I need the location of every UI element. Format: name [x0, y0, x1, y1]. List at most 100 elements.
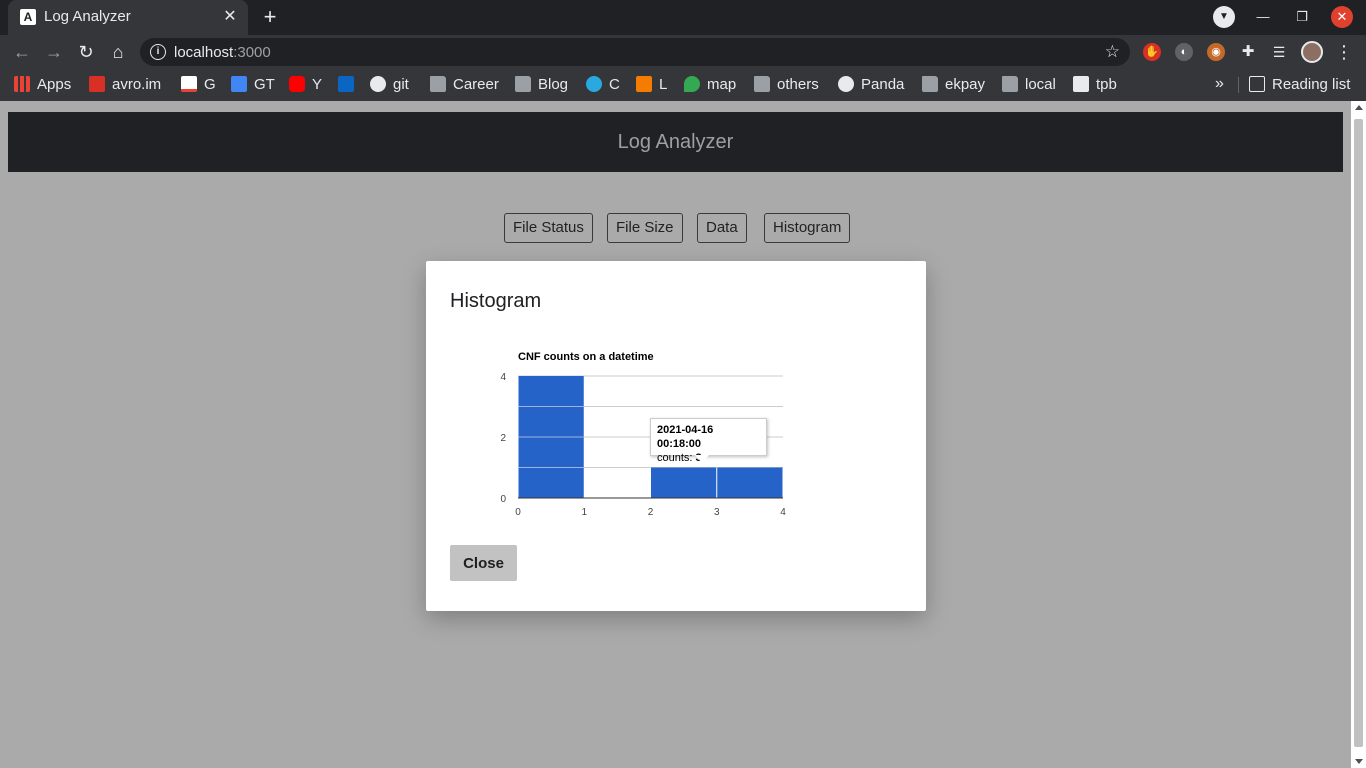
bookmark-git[interactable]: git: [370, 76, 409, 94]
bookmark-label: git: [393, 76, 409, 93]
folder-icon: [922, 76, 938, 92]
bookmark-map[interactable]: map: [684, 76, 736, 94]
tooltip-datetime: 2021-04-16 00:18:00: [657, 424, 714, 450]
reload-icon[interactable]: ↻: [74, 40, 98, 64]
kebab-menu-icon[interactable]: ⋮: [1334, 40, 1354, 64]
histogram-chart: CNF counts on a datetime 0 2 4 0 1 2 3 4 2021-04…: [466, 341, 866, 531]
bookmark-linkedin[interactable]: [338, 76, 361, 94]
maps-icon: [684, 76, 700, 92]
tab-title: Log Analyzer: [44, 8, 131, 25]
bookmark-label: others: [777, 76, 819, 93]
browser-tab[interactable]: A Log Analyzer ✕: [8, 0, 248, 35]
scroll-down-arrow-icon[interactable]: [1354, 759, 1363, 764]
site-info-icon[interactable]: i: [150, 44, 166, 60]
y-tick-label: 4: [500, 372, 506, 383]
page-scrollbar[interactable]: [1351, 101, 1366, 768]
linkedin-icon: [338, 76, 354, 92]
x-tick-label: 2: [648, 507, 654, 518]
new-tab-button[interactable]: +: [258, 5, 282, 29]
browser-toolbar: ← → ↻ ⌂ i localhost:3000 ☆ ✋ ◐ ◉ ✚ ☰ ⋮: [0, 35, 1366, 69]
bookmark-leetcode[interactable]: L: [636, 76, 667, 94]
bookmark-tpb[interactable]: tpb: [1073, 76, 1117, 94]
bookmark-label: Y: [312, 76, 323, 93]
bookmark-label: ekpay: [945, 76, 986, 93]
file-status-button[interactable]: File Status: [504, 213, 593, 243]
reading-list-icon: [1249, 76, 1265, 92]
home-icon[interactable]: ⌂: [106, 40, 130, 64]
bookmark-label: Blog: [538, 76, 569, 93]
close-tab-icon[interactable]: ✕: [220, 7, 240, 27]
folder-icon: [754, 76, 770, 92]
histogram-button[interactable]: Histogram: [764, 213, 851, 243]
bookmark-blog[interactable]: Blog: [515, 76, 568, 94]
bookmark-gt[interactable]: GT: [231, 76, 275, 94]
bookmark-label: map: [707, 76, 737, 93]
bookmark-avro[interactable]: avro.im: [89, 76, 161, 94]
bookmark-label: GT: [254, 76, 275, 93]
histogram-bar: [717, 467, 783, 498]
histogram-modal: Histogram CNF counts on a datetime 0 2 4 0 1 2…: [426, 261, 926, 611]
bookmark-youtube[interactable]: Y: [289, 76, 322, 94]
bookmark-label: Panda: [861, 76, 905, 93]
forward-arrow-icon[interactable]: →: [42, 40, 66, 64]
scroll-up-arrow-icon[interactable]: [1354, 105, 1363, 110]
bookmark-gmail[interactable]: G: [181, 76, 216, 94]
bookmark-label: L: [659, 76, 668, 93]
puzzle-extensions-icon[interactable]: ✚: [1239, 43, 1257, 61]
bookmark-label: local: [1025, 76, 1056, 93]
modal-title: Histogram: [450, 290, 542, 312]
x-tick-label: 0: [515, 507, 521, 518]
reading-list-label: Reading list: [1272, 76, 1351, 93]
apps-icon: [14, 76, 30, 92]
avro-icon: [89, 76, 105, 92]
profile-avatar[interactable]: [1301, 41, 1323, 63]
histogram-bar: [651, 467, 717, 498]
bookmark-label: tpb: [1096, 76, 1117, 93]
close-button[interactable]: Close: [450, 545, 517, 581]
minimize-icon[interactable]: —: [1252, 6, 1274, 28]
tab-search-icon[interactable]: ▼: [1213, 6, 1235, 28]
y-tick-label: 0: [500, 494, 506, 505]
bookmark-panda[interactable]: Panda: [838, 76, 904, 94]
bookmark-others[interactable]: others: [754, 76, 819, 94]
bookmark-label: C: [609, 76, 620, 93]
extension-icon[interactable]: ◉: [1207, 43, 1225, 61]
x-tick-label: 3: [714, 507, 720, 518]
bookmark-ekpay[interactable]: ekpay: [922, 76, 985, 94]
circle-icon: [586, 76, 602, 92]
angular-icon: A: [20, 9, 36, 25]
more-bookmarks-button[interactable]: »: [1215, 75, 1224, 93]
bookmark-c[interactable]: C: [586, 76, 620, 94]
bookmark-career[interactable]: Career: [430, 76, 499, 94]
scrollbar-thumb[interactable]: [1354, 119, 1363, 747]
gmail-icon: [181, 76, 197, 92]
media-queue-icon[interactable]: ☰: [1270, 43, 1288, 61]
bookmark-local[interactable]: local: [1002, 76, 1056, 94]
close-window-icon[interactable]: ✕: [1331, 6, 1353, 28]
bookmark-star-icon[interactable]: ☆: [1105, 42, 1120, 62]
dark-reader-extension-icon[interactable]: ◐: [1175, 43, 1193, 61]
bookmark-apps[interactable]: Apps: [14, 76, 71, 94]
x-tick-label: 4: [780, 507, 786, 518]
url-host: localhost: [174, 44, 234, 61]
reading-list-button[interactable]: Reading list: [1249, 76, 1350, 94]
folder-icon: [430, 76, 446, 92]
bookmark-label: Career: [453, 76, 499, 93]
file-size-button[interactable]: File Size: [607, 213, 683, 243]
x-tick-label: 1: [581, 507, 587, 518]
bookmarks-divider: [1238, 77, 1239, 93]
folder-icon: [1002, 76, 1018, 92]
address-bar[interactable]: i localhost:3000 ☆: [140, 38, 1130, 66]
bookmark-label: G: [204, 76, 216, 93]
url-text: localhost:3000: [174, 44, 271, 61]
data-button[interactable]: Data: [697, 213, 747, 243]
back-arrow-icon[interactable]: ←: [10, 40, 34, 64]
adblock-extension-icon[interactable]: ✋: [1143, 43, 1161, 61]
bookmark-label: Apps: [37, 76, 72, 93]
youtube-icon: [289, 76, 305, 92]
y-tick-label: 2: [500, 433, 506, 444]
bookmark-label: avro.im: [112, 76, 162, 93]
folder-icon: [515, 76, 531, 92]
tpb-icon: [1073, 76, 1089, 92]
restore-icon[interactable]: ❐: [1291, 6, 1313, 28]
